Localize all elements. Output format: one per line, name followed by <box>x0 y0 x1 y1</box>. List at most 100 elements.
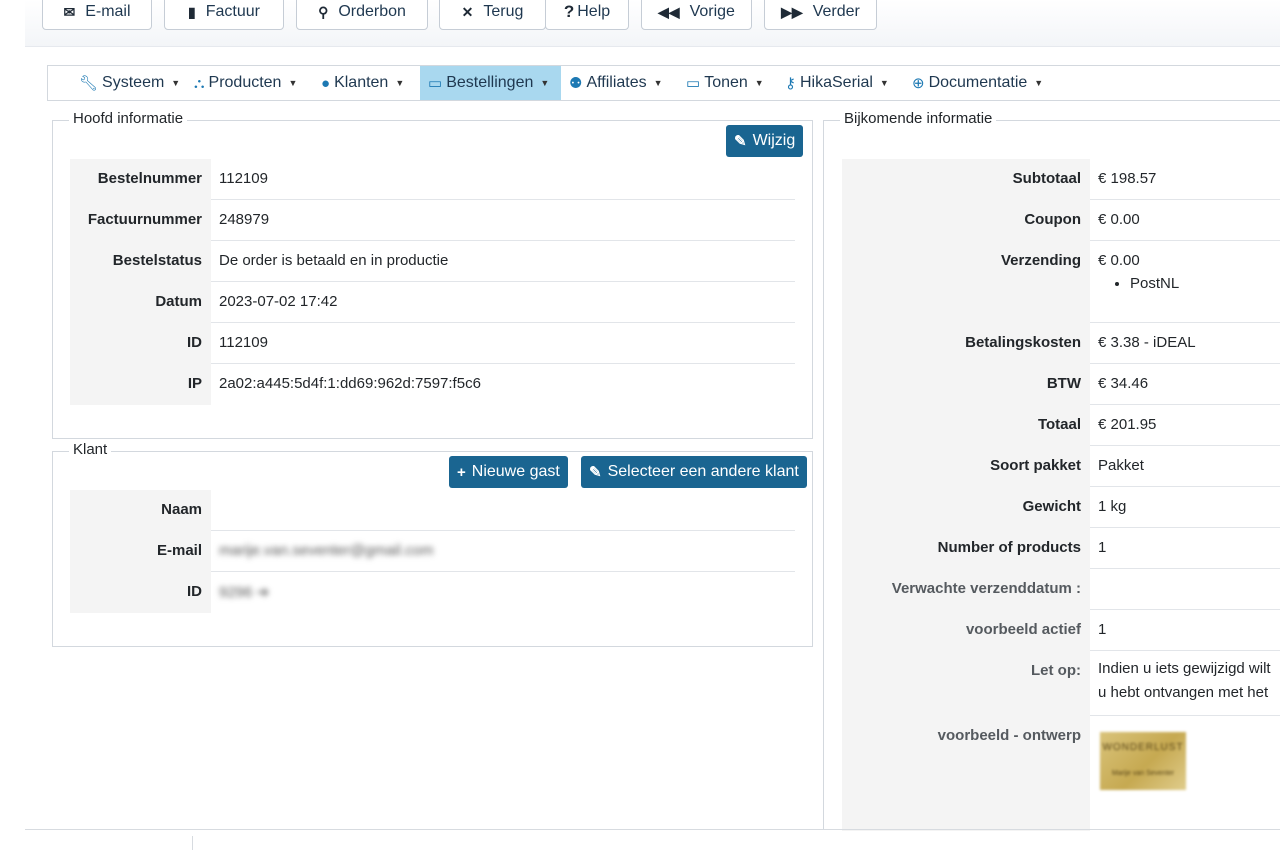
info-row-label: Datum <box>70 282 211 323</box>
additional-row-label: Gewicht <box>842 487 1090 528</box>
customer-row-value <box>211 490 795 531</box>
forward-icon: ▶▶ <box>781 3 803 20</box>
info-row-label: Bestelnummer <box>70 159 211 200</box>
caret-down-icon: ▼ <box>653 78 663 88</box>
monitor-icon: ▭ <box>686 75 701 92</box>
menu-item-bestellingen[interactable]: ▭ Bestellingen ▼ <box>420 66 561 100</box>
invoice-button[interactable]: ▮ Factuur <box>164 0 284 30</box>
menu-item-label: Producten <box>208 74 282 91</box>
envelope-icon: ✉ <box>63 3 76 20</box>
pencil-icon: ✎ <box>734 133 747 150</box>
main-info-fieldset: Hoofd informatie ✎ Wijzig Bestelnummer 1… <box>52 110 813 439</box>
additional-row: BTW € 34.46 <box>842 364 1280 405</box>
new-guest-button[interactable]: + Nieuwe gast <box>449 456 568 488</box>
customer-id-value[interactable]: 9296 ➔ <box>211 572 795 613</box>
left-gutter <box>0 0 25 866</box>
info-row-value: 248979 <box>211 200 795 241</box>
customer-row: ID 9296 ➔ <box>70 572 795 613</box>
menu-item-documentatie[interactable]: ⊕ Documentatie ▼ <box>904 66 1051 100</box>
customer-row-label: E-mail <box>70 531 211 572</box>
menu-item-label: Tonen <box>704 74 748 91</box>
customer-fieldset: Klant + Nieuwe gast ✎ Selecteer een ande… <box>52 441 813 647</box>
design-preview-image[interactable]: WONDERLUST Marije van Seventer <box>1100 732 1186 790</box>
customer-id-link: 9296 ➔ <box>219 584 270 601</box>
additional-row-label: BTW <box>842 364 1090 405</box>
additional-row-label: Soort pakket <box>842 446 1090 487</box>
user-icon: ● <box>321 74 331 92</box>
menu-item-tonen[interactable]: ▭ Tonen ▼ <box>678 66 772 100</box>
additional-row-label: Number of products <box>842 528 1090 569</box>
customer-legend: Klant <box>69 441 112 458</box>
edit-button[interactable]: ✎ Wijzig <box>726 125 804 157</box>
additional-row-label: Betalingskosten <box>842 323 1090 364</box>
shipping-method-item: PostNL <box>1130 275 1280 293</box>
info-row-value: 2a02:a445:5d4f:1:dd69:962d:7597:f5c6 <box>219 375 481 392</box>
orderslip-button-label: Orderbon <box>338 3 406 20</box>
backward-icon: ◀◀ <box>658 3 680 20</box>
key-icon: ⚷ <box>785 75 796 92</box>
credit-card-icon: ▭ <box>428 75 443 92</box>
caret-down-icon: ▼ <box>1034 78 1044 88</box>
menu-item-hikaserial[interactable]: ⚷ HikaSerial ▼ <box>777 66 897 100</box>
menu-item-label: Affiliates <box>586 74 647 91</box>
info-row: IP 2a02:a445:5d4f:1:dd69:962d:7597:f5c6 <box>70 364 795 405</box>
menu-item-label: Klanten <box>334 74 389 91</box>
book-icon: ▮ <box>188 3 196 20</box>
additional-row-value <box>1090 569 1280 610</box>
menu-item-label: Documentatie <box>928 74 1028 91</box>
note-line-1: Indien u iets gewijzigd wilt <box>1098 660 1271 677</box>
customer-email-text: marije.van.seventer@gmail.com <box>219 542 434 559</box>
additional-info-legend: Bijkomende informatie <box>840 110 997 127</box>
note-line-2: u hebt ontvangen met het <box>1098 684 1269 701</box>
invoice-button-label: Factuur <box>205 3 260 20</box>
additional-row: Subtotaal € 198.57 <box>842 159 1280 200</box>
menu-item-producten[interactable]: ⛬ Producten ▼ <box>186 66 305 100</box>
additional-row-value: € 201.95 <box>1090 405 1280 446</box>
lifebuoy-icon: ⊕ <box>912 75 925 92</box>
previous-button[interactable]: ◀◀ Vorige <box>641 0 752 30</box>
map-marker-icon: ⚲ <box>318 3 329 20</box>
shipping-price: € 0.00 <box>1098 252 1140 269</box>
main-menu: 🔧︎ Systeem ▼ ⛬ Producten ▼ ● Klanten ▼ ▭… <box>47 65 1280 101</box>
additional-row-value: WONDERLUST Marije van Seventer <box>1090 716 1280 831</box>
additional-row: Verzending € 0.00 PostNL <box>842 241 1280 323</box>
edit-button-label: Wijzig <box>752 132 796 149</box>
next-button[interactable]: ▶▶ Verder <box>764 0 877 30</box>
info-row-value: 112109 <box>211 323 795 364</box>
previous-button-label: Vorige <box>689 3 735 20</box>
additional-row-value: € 0.00 PostNL <box>1090 241 1280 323</box>
additional-row-value: Pakket <box>1090 446 1280 487</box>
toolbar: ✉ E-mail ▮ Factuur ⚲ Orderbon ✕ Terug ? … <box>25 0 1280 47</box>
menu-item-klanten[interactable]: ● Klanten ▼ <box>313 66 412 100</box>
help-button[interactable]: ? Help <box>545 0 629 30</box>
email-button-label: E-mail <box>85 3 131 20</box>
email-button[interactable]: ✉ E-mail <box>42 0 152 30</box>
plus-icon: + <box>457 463 466 481</box>
info-row: Bestelnummer 112109 <box>70 159 795 200</box>
close-icon: ✕ <box>461 3 474 20</box>
select-customer-button[interactable]: ✎ Selecteer een andere klant <box>581 456 807 488</box>
caret-down-icon: ▼ <box>754 78 764 88</box>
design-preview-title: WONDERLUST <box>1102 742 1184 753</box>
footer-divider <box>25 829 1280 830</box>
additional-row-value: € 34.46 <box>1090 364 1280 405</box>
customer-row-label: Naam <box>70 490 211 531</box>
customer-email-value[interactable]: marije.van.seventer@gmail.com <box>211 531 795 572</box>
additional-row-label: Verwachte verzenddatum : <box>842 569 1090 610</box>
info-row-value: 112109 <box>211 159 795 200</box>
footer-separator <box>192 836 193 850</box>
back-button[interactable]: ✕ Terug <box>439 0 546 30</box>
customer-row: Naam <box>70 490 795 531</box>
help-button-label: Help <box>577 3 611 20</box>
menu-item-affiliates[interactable]: ⚉ Affiliates ▼ <box>561 66 671 100</box>
additional-row: Let op: Indien u iets gewijzigd wilt u h… <box>842 651 1280 716</box>
info-row: Datum 2023-07-02 17:42 <box>70 282 795 323</box>
menu-item-label: Bestellingen <box>446 74 534 91</box>
additional-row-label: Verzending <box>842 241 1090 323</box>
additional-row-value: 1 <box>1090 528 1280 569</box>
menu-item-systeem[interactable]: 🔧︎ Systeem ▼ <box>71 66 188 100</box>
info-row: Factuurnummer 248979 <box>70 200 795 241</box>
additional-info-fieldset: Bijkomende informatie Subtotaal € 198.57… <box>823 110 1280 831</box>
wrench-icon: 🔧︎ <box>79 75 99 92</box>
orderslip-button[interactable]: ⚲ Orderbon <box>296 0 428 30</box>
